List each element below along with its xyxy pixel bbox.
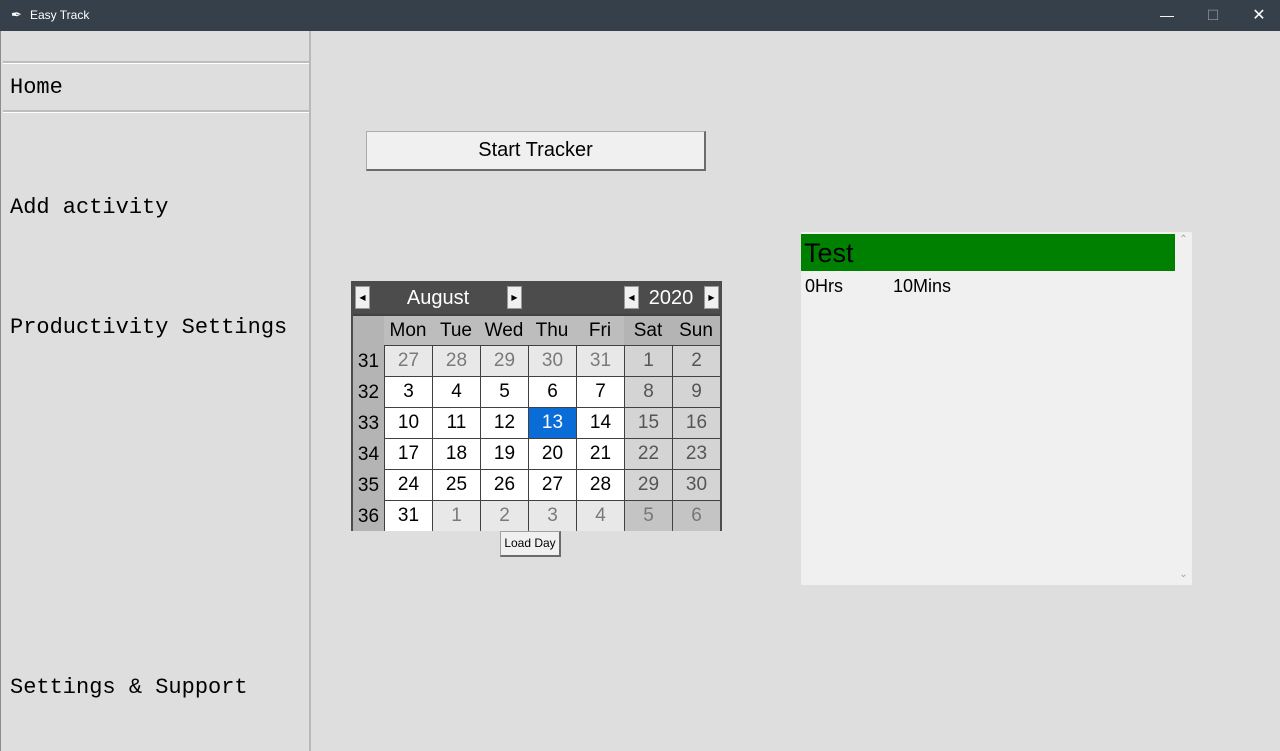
- feather-icon: ✒: [11, 7, 22, 22]
- close-button[interactable]: ✕: [1236, 0, 1280, 31]
- calendar-day[interactable]: 7: [577, 377, 624, 407]
- next-year-button[interactable]: ▶: [704, 286, 719, 309]
- calendar-day[interactable]: 28: [577, 470, 624, 500]
- calendar-day[interactable]: 4: [577, 501, 624, 531]
- week-number: 32: [353, 376, 384, 407]
- calendar-dow-label: Tue: [432, 316, 480, 345]
- calendar-day[interactable]: 30: [529, 346, 576, 376]
- sidebar-item-productivity-settings[interactable]: Productivity Settings: [10, 315, 287, 340]
- calendar-day[interactable]: 9: [673, 377, 720, 407]
- calendar-day[interactable]: 14: [577, 408, 624, 438]
- calendar-day[interactable]: 2: [673, 346, 720, 376]
- calendar-dow-label: Mon: [384, 316, 432, 345]
- prev-year-button[interactable]: ◀: [624, 286, 639, 309]
- calendar-day[interactable]: 15: [625, 408, 672, 438]
- calendar-day[interactable]: 2: [481, 501, 528, 531]
- calendar-day[interactable]: 3: [385, 377, 432, 407]
- calendar-day-selected[interactable]: 13: [529, 408, 576, 438]
- calendar-dow-label: Sun: [672, 316, 720, 345]
- calendar-day[interactable]: 27: [529, 470, 576, 500]
- calendar-day[interactable]: 27: [385, 346, 432, 376]
- calendar-day[interactable]: 5: [481, 377, 528, 407]
- calendar-day[interactable]: 31: [385, 501, 432, 531]
- calendar-month: August: [406, 287, 470, 309]
- calendar-day[interactable]: 31: [577, 346, 624, 376]
- scroll-down-icon[interactable]: ⌄: [1175, 569, 1192, 580]
- week-number: 35: [353, 469, 384, 500]
- week-number: 34: [353, 438, 384, 469]
- calendar-day[interactable]: 10: [385, 408, 432, 438]
- sidebar-item-home[interactable]: Home: [10, 75, 63, 100]
- calendar-day[interactable]: 4: [433, 377, 480, 407]
- calendar-day[interactable]: 28: [433, 346, 480, 376]
- activity-hours: 0Hrs: [805, 276, 844, 296]
- sidebar-item-settings-support[interactable]: Settings & Support: [10, 675, 248, 700]
- calendar-day[interactable]: 22: [625, 439, 672, 469]
- calendar-day[interactable]: 18: [433, 439, 480, 469]
- calendar-day[interactable]: 19: [481, 439, 528, 469]
- load-day-button[interactable]: Load Day: [500, 531, 561, 557]
- calendar-day[interactable]: 29: [481, 346, 528, 376]
- calendar-day[interactable]: 1: [433, 501, 480, 531]
- calendar-day[interactable]: 29: [625, 470, 672, 500]
- calendar: ◀ August ▶ ◀ 2020 ▶ Mon Tue Wed Thu Fri Sat Su…: [351, 281, 722, 531]
- prev-month-button[interactable]: ◀: [355, 286, 370, 309]
- calendar-day[interactable]: 21: [577, 439, 624, 469]
- calendar-day[interactable]: 12: [481, 408, 528, 438]
- calendar-day[interactable]: 20: [529, 439, 576, 469]
- minimize-button[interactable]: —: [1144, 0, 1190, 31]
- week-number: 36: [353, 500, 384, 531]
- sidebar: Home Add activity Productivity Settings …: [0, 31, 311, 751]
- title-bar: ✒ Easy Track — ☐ ✕: [0, 0, 1280, 31]
- calendar-day[interactable]: 24: [385, 470, 432, 500]
- next-month-button[interactable]: ▶: [507, 286, 522, 309]
- calendar-day[interactable]: 16: [673, 408, 720, 438]
- maximize-button[interactable]: ☐: [1190, 0, 1236, 31]
- sidebar-divider: [3, 61, 309, 64]
- calendar-day[interactable]: 23: [673, 439, 720, 469]
- week-number: 33: [353, 407, 384, 438]
- activity-panel: Test 0Hrs 10Mins ⌃ ⌄: [801, 232, 1192, 585]
- calendar-day[interactable]: 30: [673, 470, 720, 500]
- calendar-day[interactable]: 6: [673, 501, 720, 531]
- calendar-day[interactable]: 1: [625, 346, 672, 376]
- calendar-year: 2020: [648, 287, 694, 309]
- calendar-day[interactable]: 26: [481, 470, 528, 500]
- activity-name: Test: [801, 234, 1175, 271]
- start-tracker-button[interactable]: Start Tracker: [366, 131, 706, 171]
- calendar-day[interactable]: 3: [529, 501, 576, 531]
- calendar-day[interactable]: 17: [385, 439, 432, 469]
- activity-scrollbar[interactable]: ⌃ ⌄: [1175, 232, 1192, 585]
- scroll-up-icon[interactable]: ⌃: [1175, 234, 1192, 245]
- calendar-day[interactable]: 25: [433, 470, 480, 500]
- calendar-day[interactable]: 5: [625, 501, 672, 531]
- sidebar-item-add-activity[interactable]: Add activity: [10, 195, 168, 220]
- calendar-day[interactable]: 8: [625, 377, 672, 407]
- week-number-header: [353, 316, 384, 345]
- week-number: 31: [353, 345, 384, 376]
- calendar-dow-label: Wed: [480, 316, 528, 345]
- sidebar-divider: [3, 110, 309, 113]
- calendar-day[interactable]: 6: [529, 377, 576, 407]
- calendar-dow-label: Fri: [576, 316, 624, 345]
- window-title: Easy Track: [30, 8, 90, 22]
- calendar-header: ◀ August ▶ ◀ 2020 ▶: [353, 283, 720, 314]
- calendar-day[interactable]: 11: [433, 408, 480, 438]
- calendar-dow-label: Thu: [528, 316, 576, 345]
- activity-minutes: 10Mins: [893, 276, 952, 296]
- calendar-dow-label: Sat: [624, 316, 672, 345]
